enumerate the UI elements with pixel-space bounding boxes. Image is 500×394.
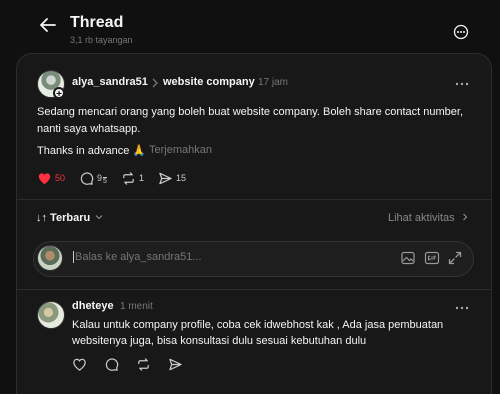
- back-arrow-icon[interactable]: [38, 15, 58, 35]
- comment-button[interactable]: 95: [79, 171, 107, 186]
- like-button[interactable]: 50: [37, 171, 65, 186]
- heart-icon[interactable]: [72, 357, 87, 372]
- view-activity-link[interactable]: Lihat aktivitas: [388, 212, 469, 224]
- post-text: Sedang mencari orang yang boleh buat web…: [37, 106, 464, 135]
- comment-actions: [72, 357, 183, 372]
- reply-input[interactable]: [73, 251, 373, 263]
- post-actions: 50 95 1 15: [37, 169, 200, 187]
- post-author[interactable]: alya_sandra51: [72, 76, 148, 88]
- more-options-icon[interactable]: [453, 24, 469, 40]
- comment-count-sub: 5: [103, 177, 107, 185]
- repost-icon: [123, 171, 134, 185]
- page-title: Thread: [70, 14, 124, 31]
- comment-count: 9: [97, 173, 103, 183]
- image-icon[interactable]: [400, 250, 416, 266]
- current-user-avatar: [37, 245, 63, 271]
- comment-more-icon[interactable]: [454, 303, 470, 313]
- post-more-icon[interactable]: [454, 79, 470, 89]
- chevron-down-icon: [95, 215, 103, 220]
- comment-time: 1 menit: [120, 301, 153, 312]
- share-count: 15: [175, 173, 186, 183]
- follow-plus-icon[interactable]: +: [53, 87, 65, 100]
- view-activity-label: Lihat aktivitas: [388, 212, 455, 224]
- repost-button[interactable]: 1: [121, 171, 144, 186]
- divider: [17, 199, 491, 200]
- top-bar: Thread 3,1 rb tayangan: [0, 0, 500, 52]
- comment-text: Kalau untuk company profile, coba cek id…: [72, 319, 444, 347]
- commenter-avatar[interactable]: [37, 301, 65, 329]
- sort-label: ↓↑ Terbaru: [36, 212, 91, 224]
- post-thanks: Thanks in advance 🙏: [37, 145, 147, 157]
- chevron-right-icon: [462, 213, 468, 221]
- repost-count: 1: [138, 173, 144, 183]
- heart-filled-icon: [38, 172, 51, 184]
- translate-link[interactable]: Terjemahkan: [149, 144, 212, 156]
- view-count: 3,1 rb tayangan: [70, 35, 133, 45]
- comment-icon: [80, 171, 94, 185]
- comment-author[interactable]: dheteye: [72, 300, 114, 312]
- expand-icon[interactable]: [447, 250, 463, 266]
- post-time: 17 jam: [258, 77, 289, 88]
- share-button[interactable]: 15: [158, 171, 186, 186]
- send-icon[interactable]: [168, 357, 183, 372]
- chevron-right-icon: [152, 78, 158, 88]
- post-topic[interactable]: website company: [163, 76, 255, 88]
- sort-dropdown[interactable]: ↓↑ Terbaru: [36, 212, 103, 224]
- send-icon: [159, 172, 172, 184]
- divider: [17, 289, 491, 290]
- gif-icon[interactable]: [424, 250, 440, 266]
- comment-icon[interactable]: [104, 357, 119, 372]
- like-count: 50: [55, 173, 66, 183]
- repost-icon[interactable]: [136, 357, 151, 372]
